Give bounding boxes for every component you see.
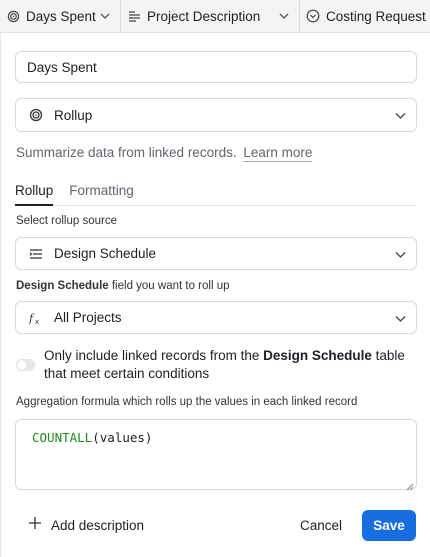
chevron-down-icon[interactable] [100,11,110,22]
rollup-source-value: Design Schedule [54,246,157,261]
field-editor-panel: Days Spent Rollup Summarize data from li… [0,33,430,557]
formula-icon: fx [28,310,44,326]
column-header-row: Days Spent Project Description Costing R… [0,0,430,33]
add-description-button[interactable]: Add description [29,516,144,534]
chevron-down-icon[interactable] [279,11,289,22]
column-header-project-description[interactable]: Project Description [121,0,300,32]
field-type-value: Rollup [54,107,93,123]
column-header-days-spent[interactable]: Days Spent [0,0,121,32]
rollup-field-select[interactable]: fx All Projects [15,301,417,334]
condition-toggle-label: Only include linked records from the Des… [44,347,416,383]
linked-record-icon [28,246,44,262]
rollup-icon [28,107,44,123]
cancel-button[interactable]: Cancel [300,518,342,533]
formula-editor[interactable]: COUNTALL(values) [15,419,417,491]
column-label: Project Description [147,8,261,24]
formula-function: COUNTALL [32,430,93,445]
rollup-field-value: All Projects [54,310,122,325]
resize-handle-icon[interactable] [406,479,414,491]
column-label: Costing Request [326,8,426,24]
single-select-icon [306,9,320,23]
field-type-description: Summarize data from linked records. Lear… [16,145,313,162]
tab-rollup[interactable]: Rollup [15,179,54,206]
formula-arguments: (values) [92,430,153,445]
chevron-down-icon [395,246,406,261]
toggle-text-before: Only include linked records from the [44,348,264,363]
save-button[interactable]: Save [362,510,416,541]
rollup-field-label-bold: Design Schedule [16,280,109,292]
column-label: Days Spent [26,8,96,24]
editor-tabs: Rollup Formatting [15,179,417,206]
svg-text:x: x [35,318,39,325]
long-text-icon [127,9,141,23]
field-name-value: Days Spent [27,59,97,75]
condition-toggle[interactable] [16,359,35,371]
rollup-icon [6,9,20,23]
field-type-select[interactable]: Rollup [15,98,417,132]
condition-toggle-row: Only include linked records from the Des… [16,347,416,383]
chevron-down-icon [395,310,406,325]
description-text: Summarize data from linked records. [16,145,237,160]
chevron-down-icon [395,108,406,123]
toggle-knob [17,360,27,370]
rollup-field-label-rest: field you want to roll up [108,280,230,292]
column-header-costing-request[interactable]: Costing Request [300,0,430,32]
toggle-text-bold: Design Schedule [263,348,372,363]
learn-more-link[interactable]: Learn more [243,145,313,162]
field-name-input[interactable]: Days Spent [15,51,417,83]
formula-label: Aggregation formula which rolls up the v… [16,396,358,408]
plus-icon [29,513,41,534]
rollup-source-label: Select rollup source [16,215,117,227]
rollup-source-select[interactable]: Design Schedule [15,237,417,270]
add-description-label: Add description [51,517,145,533]
rollup-field-label: Design Schedule field you want to roll u… [16,280,230,292]
tab-formatting[interactable]: Formatting [69,179,134,206]
